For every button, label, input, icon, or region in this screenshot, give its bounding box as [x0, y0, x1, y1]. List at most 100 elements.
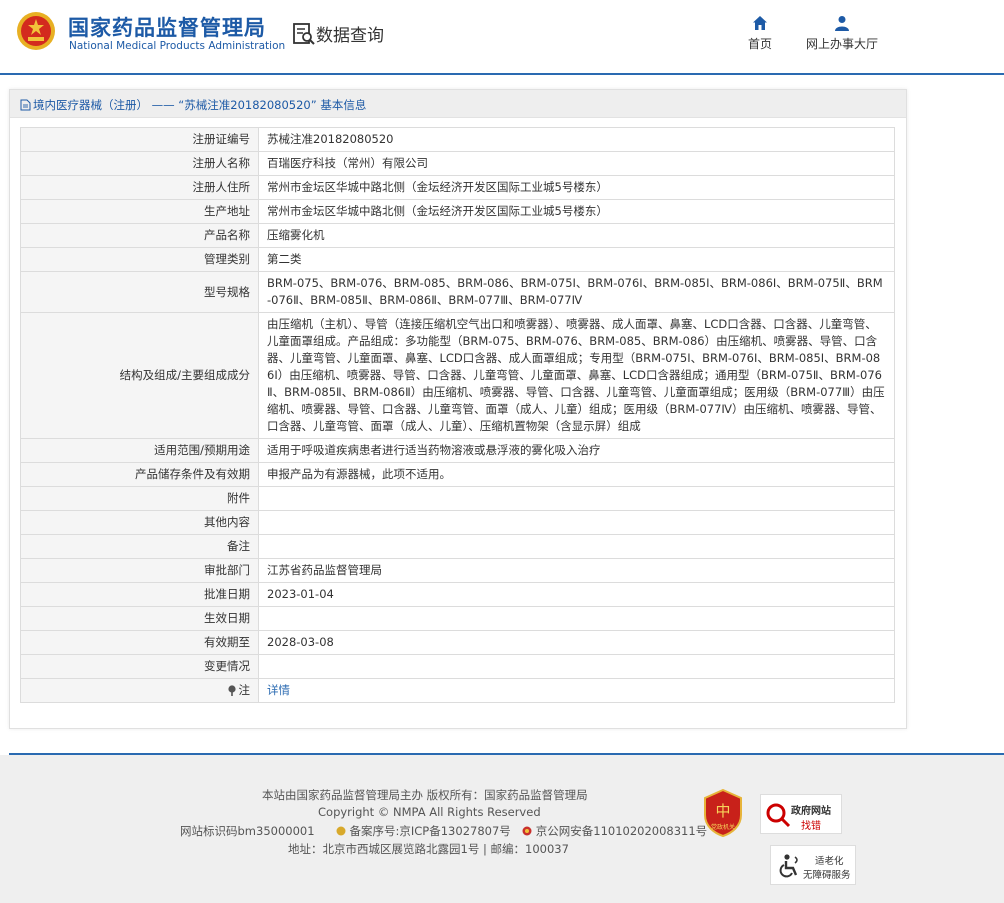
table-row: 审批部门 江苏省药品监督管理局: [20, 558, 895, 583]
field-value: [258, 534, 895, 559]
field-label: 管理类别: [20, 247, 259, 272]
field-label: 备注: [20, 534, 259, 559]
footer-copyright: Copyright © NMPA All Rights Reserved: [318, 805, 541, 819]
nav-home[interactable]: 首页: [744, 15, 776, 52]
table-row: 备注: [20, 534, 895, 559]
police-icon: [522, 826, 532, 836]
field-value: [258, 486, 895, 511]
site-footer: 本站由国家药品监督管理局主办 版权所有：国家药品监督管理局 Copyright …: [0, 755, 1004, 903]
field-label: 注册证编号: [20, 127, 259, 152]
field-label: 附件: [20, 486, 259, 511]
table-row: 注册证编号 苏械注准20182080520: [20, 127, 895, 152]
table-row: 注册人住所 常州市金坛区华城中路北侧（金坛经济开发区国际工业城5号楼东）: [20, 175, 895, 200]
table-row: 管理类别 第二类: [20, 247, 895, 272]
field-value: 压缩雾化机: [258, 223, 895, 248]
home-icon: [753, 16, 767, 30]
note-value: 详情: [258, 678, 895, 703]
gov-site-sub: 找错: [801, 821, 821, 832]
emblem-icon[interactable]: [16, 10, 56, 52]
field-value: 第二类: [258, 247, 895, 272]
gov-site-icon: [766, 803, 791, 828]
field-label: 生效日期: [20, 606, 259, 631]
table-row: 产品名称 压缩雾化机: [20, 223, 895, 248]
field-value: 适用于呼吸道疾病患者进行适当药物溶液或悬浮液的雾化吸入治疗: [258, 438, 895, 463]
gov-site-badge[interactable]: 政府网站 找错: [760, 794, 842, 834]
table-row: 批准日期 2023-01-04: [20, 582, 895, 607]
nav-online-hall-label: 网上办事大厅: [805, 37, 878, 51]
field-value: [258, 654, 895, 679]
table-row: 型号规格 BRM-075、BRM-076、BRM-085、BRM-086、BRM-…: [20, 271, 895, 313]
panel-header: 境内医疗器械（注册） —— “苏械注准20182080520” 基本信息: [10, 90, 906, 118]
footer-address: 地址：北京市西城区展览路北露园1号 | 邮编：100037: [288, 842, 569, 856]
table-row-note: 注 详情: [20, 678, 895, 703]
table-row: 产品储存条件及有效期 申报产品为有源器械，此项不适用。: [20, 462, 895, 487]
field-label: 有效期至: [20, 630, 259, 655]
field-label: 批准日期: [20, 582, 259, 607]
field-label: 生产地址: [20, 199, 259, 224]
document-icon: [20, 99, 31, 111]
field-value: 常州市金坛区华城中路北侧（金坛经济开发区国际工业城5号楼东）: [258, 175, 895, 200]
field-label: 产品名称: [20, 223, 259, 248]
table-row: 其他内容: [20, 510, 895, 535]
table-row: 生产地址 常州市金坛区华城中路北侧（金坛经济开发区国际工业城5号楼东）: [20, 199, 895, 224]
field-value: [258, 606, 895, 631]
field-label: 产品储存条件及有效期: [20, 462, 259, 487]
table-row: 有效期至 2028-03-08: [20, 630, 895, 655]
nav-online-hall[interactable]: 网上办事大厅: [804, 15, 880, 52]
accessibility-icon: [779, 854, 798, 878]
table-row: 变更情况: [20, 654, 895, 679]
field-value: BRM-075、BRM-076、BRM-085、BRM-086、BRM-075Ⅰ…: [258, 271, 895, 313]
footer-registration: 网站标识码bm35000001 备案序号:京ICP备13027807号 京公网安…: [180, 823, 707, 839]
table-row: 结构及组成/主要组成成分 由压缩机（主机）、导管（连接压缩机空气出口和喷雾器）、喷…: [20, 312, 895, 439]
note-label-text: 注: [238, 683, 251, 697]
table-row: 注册人名称 百瑞医疗科技（常州）有限公司: [20, 151, 895, 176]
accessibility-badge[interactable]: 适老化 无障碍服务: [770, 845, 856, 885]
accessibility-line1: 适老化: [815, 856, 844, 867]
field-value: 百瑞医疗科技（常州）有限公司: [258, 151, 895, 176]
party-badge-label: 党政机关: [711, 823, 735, 831]
field-value: 2028-03-08: [258, 630, 895, 655]
site-header: 国家药品监督管理局 National Medical Products Admi…: [0, 0, 1004, 75]
table-row: 附件: [20, 486, 895, 511]
field-label: 其他内容: [20, 510, 259, 535]
field-label: 变更情况: [20, 654, 259, 679]
field-label: 型号规格: [20, 271, 259, 313]
party-badge[interactable]: 中 党政机关: [703, 788, 743, 838]
field-value: 申报产品为有源器械，此项不适用。: [258, 462, 895, 487]
field-value: 由压缩机（主机）、导管（连接压缩机空气出口和喷雾器）、喷雾器、成人面罩、鼻塞、L…: [258, 312, 895, 439]
gov-site-title: 政府网站: [791, 806, 831, 817]
info-table: 注册证编号 苏械注准20182080520 注册人名称 百瑞医疗科技（常州）有限公司…: [20, 127, 895, 703]
field-value: 苏械注准20182080520: [258, 127, 895, 152]
note-pin-icon: [227, 685, 236, 696]
detail-panel: 境内医疗器械（注册） —— “苏械注准20182080520” 基本信息 注册证…: [9, 89, 907, 729]
site-title-cn[interactable]: 国家药品监督管理局: [68, 12, 266, 42]
field-label: 适用范围/预期用途: [20, 438, 259, 463]
note-label: 注: [20, 678, 259, 703]
field-label: 注册人名称: [20, 151, 259, 176]
footer-sponsor: 本站由国家药品监督管理局主办 版权所有：国家药品监督管理局: [262, 788, 588, 802]
nav-home-label: 首页: [747, 37, 772, 51]
field-label: 注册人住所: [20, 175, 259, 200]
site-title-en[interactable]: National Medical Products Administration: [69, 40, 285, 52]
user-icon: [835, 16, 849, 31]
field-value: 2023-01-04: [258, 582, 895, 607]
field-value: [258, 510, 895, 535]
field-label: 审批部门: [20, 558, 259, 583]
data-query-icon: [293, 23, 315, 45]
table-row: 适用范围/预期用途 适用于呼吸道疾病患者进行适当药物溶液或悬浮液的雾化吸入治疗: [20, 438, 895, 463]
field-value: 常州市金坛区华城中路北侧（金坛经济开发区国际工业城5号楼东）: [258, 199, 895, 224]
detail-link[interactable]: 详情: [267, 683, 290, 697]
table-row: 生效日期: [20, 606, 895, 631]
police-icon: [336, 826, 346, 836]
breadcrumb-text: 境内医疗器械（注册） —— “苏械注准20182080520” 基本信息: [33, 98, 367, 112]
footer-site-id: 网站标识码bm35000001: [180, 824, 315, 838]
page-title: 数据查询: [316, 26, 384, 46]
party-emblem-icon: 中 党政机关: [704, 788, 742, 838]
footer-police[interactable]: 京公网安备11010202008311号: [536, 824, 707, 838]
field-value: 江苏省药品监督管理局: [258, 558, 895, 583]
accessibility-line2: 无障碍服务: [803, 870, 851, 881]
footer-icp[interactable]: 备案序号:京ICP备13027807号: [350, 824, 511, 838]
svg-text:中: 中: [715, 802, 730, 820]
breadcrumb: 境内医疗器械（注册） —— “苏械注准20182080520” 基本信息: [20, 97, 366, 113]
field-label: 结构及组成/主要组成成分: [20, 312, 259, 439]
